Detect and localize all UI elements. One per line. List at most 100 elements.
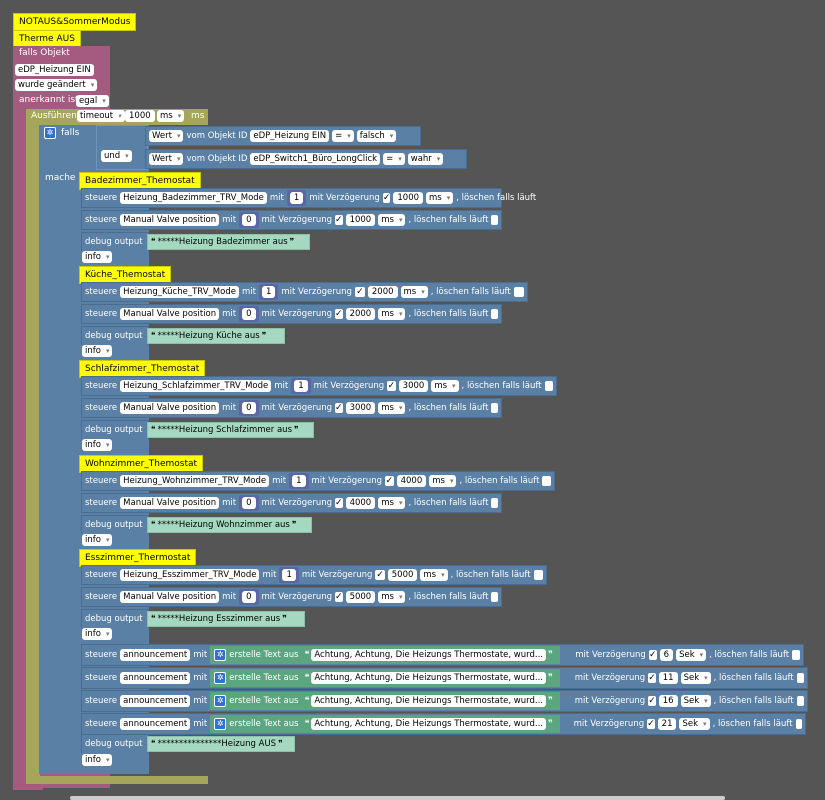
announcement-object-field[interactable]: announcement <box>120 718 191 730</box>
valve-delay-value[interactable]: 5000 <box>345 591 376 603</box>
loeschen-checkbox[interactable] <box>795 719 802 729</box>
mode-unit-dropdown[interactable]: ms <box>420 569 448 581</box>
valve-object-field[interactable]: Manual Valve position <box>120 497 220 509</box>
trigger-change-dropdown[interactable]: wurde geändert <box>15 79 98 91</box>
cond1-wert-dropdown[interactable]: Wert <box>149 130 184 142</box>
und-dropdown[interactable]: und <box>101 150 132 162</box>
cond1-val-dropdown[interactable]: falsch <box>356 130 397 142</box>
announcement-row[interactable]: steuere announcement mit ✲ erstelle Text… <box>81 667 808 689</box>
anerkannt-dropdown[interactable]: egal <box>76 95 109 107</box>
mode-object-field[interactable]: Heizung_Wohnzimmer_TRV_Mode <box>120 475 270 487</box>
cond2-object-field[interactable]: eDP_Switch1_Büro_LongClick <box>250 153 381 165</box>
mode-unit-dropdown[interactable]: ms <box>426 192 454 204</box>
valve-value[interactable]: 0 <box>242 497 256 509</box>
announcement-unit-dropdown[interactable]: Sek <box>680 672 711 684</box>
condition-2[interactable]: Wert vom Objekt ID eDP_Switch1_Büro_Long… <box>145 149 467 169</box>
create-text-block[interactable]: ✲ erstelle Text aus ❝ Achtung, Achtung, … <box>210 646 560 664</box>
mode-object-field[interactable]: Heizung_Schlafzimmer_TRV_Mode <box>120 380 272 392</box>
valve-value[interactable]: 0 <box>242 308 256 320</box>
valve-delay-value[interactable]: 3000 <box>345 402 376 414</box>
loeschen-checkbox[interactable] <box>491 592 498 602</box>
valve-value[interactable]: 0 <box>242 591 256 603</box>
delay-checkbox[interactable]: ✓ <box>335 403 343 413</box>
comment-notaus[interactable]: NOTAUS&SommerModus <box>13 13 137 31</box>
info-dropdown[interactable]: info <box>82 345 113 357</box>
cond2-op-dropdown[interactable]: = <box>383 153 405 165</box>
debug-string[interactable]: *****Heizung Schlafzimmer aus <box>158 425 292 435</box>
room-mode-row[interactable]: steuere Heizung_Wohnzimmer_TRV_Mode mit … <box>81 471 555 491</box>
mode-object-field[interactable]: Heizung_Esszimmer_TRV_Mode <box>120 569 260 581</box>
valve-unit-dropdown[interactable]: ms <box>378 402 406 414</box>
trigger-object-field[interactable]: eDP_Heizung EIN <box>15 64 94 76</box>
announcement-text[interactable]: Achtung, Achtung, Die Heizungs Thermosta… <box>311 718 546 730</box>
timeout-value[interactable]: 1000 <box>125 110 155 122</box>
timeout-unit-dropdown[interactable]: ms <box>157 110 185 122</box>
if-gear-icon[interactable]: ✲ <box>44 127 56 139</box>
announcement-delay[interactable]: 11 <box>658 672 678 684</box>
info-dropdown[interactable]: info <box>82 534 113 546</box>
valve-unit-dropdown[interactable]: ms <box>378 308 406 320</box>
loeschen-checkbox[interactable] <box>792 650 800 660</box>
room-debug-row[interactable]: debug output <box>81 326 149 346</box>
loeschen-checkbox[interactable] <box>542 476 551 486</box>
loeschen-checkbox[interactable] <box>796 696 804 706</box>
loeschen-checkbox[interactable] <box>491 309 498 319</box>
room-debug-text[interactable]: ❝ *****Heizung Küche aus ❞ <box>147 328 285 344</box>
cond2-wert-dropdown[interactable]: Wert <box>149 153 184 165</box>
announcement-object-field[interactable]: announcement <box>120 672 191 684</box>
cond1-object-field[interactable]: eDP_Heizung EIN <box>250 130 330 142</box>
mode-value[interactable]: 1 <box>282 569 296 581</box>
mode-object-field[interactable]: Heizung_Küche_TRV_Mode <box>120 286 239 298</box>
debug-string[interactable]: *****Heizung Küche aus <box>158 331 260 341</box>
announcement-row[interactable]: steuere announcement mit ✲ erstelle Text… <box>81 644 804 666</box>
room-valve-row[interactable]: steuere Manual Valve position mit 0 mit … <box>81 493 502 513</box>
mode-unit-dropdown[interactable]: ms <box>429 475 457 487</box>
valve-delay-value[interactable]: 4000 <box>345 497 376 509</box>
debug-string[interactable]: *****Heizung Badezimmer aus <box>158 237 288 247</box>
info-dropdown[interactable]: info <box>82 251 113 263</box>
final-debug-block[interactable]: debug output <box>81 734 149 754</box>
condition-1[interactable]: Wert vom Objekt ID eDP_Heizung EIN = fal… <box>145 126 421 146</box>
room-mode-row[interactable]: steuere Heizung_Küche_TRV_Mode mit 1 mit… <box>81 282 528 302</box>
announcement-delay[interactable]: 16 <box>658 695 678 707</box>
loeschen-checkbox[interactable] <box>491 498 498 508</box>
valve-object-field[interactable]: Manual Valve position <box>120 214 220 226</box>
valve-unit-dropdown[interactable]: ms <box>378 214 406 226</box>
mode-delay-value[interactable]: 2000 <box>367 286 398 298</box>
debug-string[interactable]: *****Heizung Esszimmer aus <box>158 614 281 624</box>
cond2-val-dropdown[interactable]: wahr <box>407 153 444 165</box>
room-mode-row[interactable]: steuere Heizung_Esszimmer_TRV_Mode mit 1… <box>81 565 547 585</box>
room-debug-text[interactable]: ❝ *****Heizung Esszimmer aus ❞ <box>147 611 305 627</box>
loeschen-checkbox[interactable] <box>491 215 498 225</box>
delay-checkbox[interactable]: ✓ <box>648 673 656 683</box>
valve-value[interactable]: 0 <box>242 214 256 226</box>
mode-delay-value[interactable]: 3000 <box>398 380 429 392</box>
announcement-object-field[interactable]: announcement <box>120 695 191 707</box>
announcement-delay[interactable]: 6 <box>659 649 674 661</box>
delay-checkbox[interactable]: ✓ <box>385 476 394 486</box>
room-valve-row[interactable]: steuere Manual Valve position mit 0 mit … <box>81 398 502 418</box>
final-debug-text[interactable]: ❝ ***************Heizung AUS ❞ <box>147 736 295 752</box>
announcement-unit-dropdown[interactable]: Sek <box>680 695 711 707</box>
delay-checkbox[interactable]: ✓ <box>335 215 343 225</box>
announcement-text[interactable]: Achtung, Achtung, Die Heizungs Thermosta… <box>311 649 546 661</box>
mode-unit-dropdown[interactable]: ms <box>400 286 428 298</box>
final-info-dropdown[interactable]: info <box>82 754 113 766</box>
loeschen-checkbox[interactable] <box>533 570 543 580</box>
announcement-unit-dropdown[interactable]: Sek <box>676 649 707 661</box>
create-text-block[interactable]: ✲ erstelle Text aus ❝ Achtung, Achtung, … <box>210 715 560 733</box>
delay-checkbox[interactable]: ✓ <box>335 309 343 319</box>
create-text-gear-icon[interactable]: ✲ <box>214 672 227 684</box>
announcement-unit-dropdown[interactable]: Sek <box>679 718 710 730</box>
mode-value[interactable]: 1 <box>289 192 304 204</box>
valve-unit-dropdown[interactable]: ms <box>378 497 406 509</box>
room-debug-row[interactable]: debug output <box>81 420 149 440</box>
announcement-text[interactable]: Achtung, Achtung, Die Heizungs Thermosta… <box>311 672 546 684</box>
valve-unit-dropdown[interactable]: ms <box>378 591 406 603</box>
delay-checkbox[interactable]: ✓ <box>335 592 343 602</box>
mode-delay-value[interactable]: 1000 <box>393 192 424 204</box>
valve-delay-value[interactable]: 2000 <box>345 308 376 320</box>
info-dropdown[interactable]: info <box>82 628 113 640</box>
delay-checkbox[interactable]: ✓ <box>335 498 343 508</box>
create-text-gear-icon[interactable]: ✲ <box>214 649 227 661</box>
